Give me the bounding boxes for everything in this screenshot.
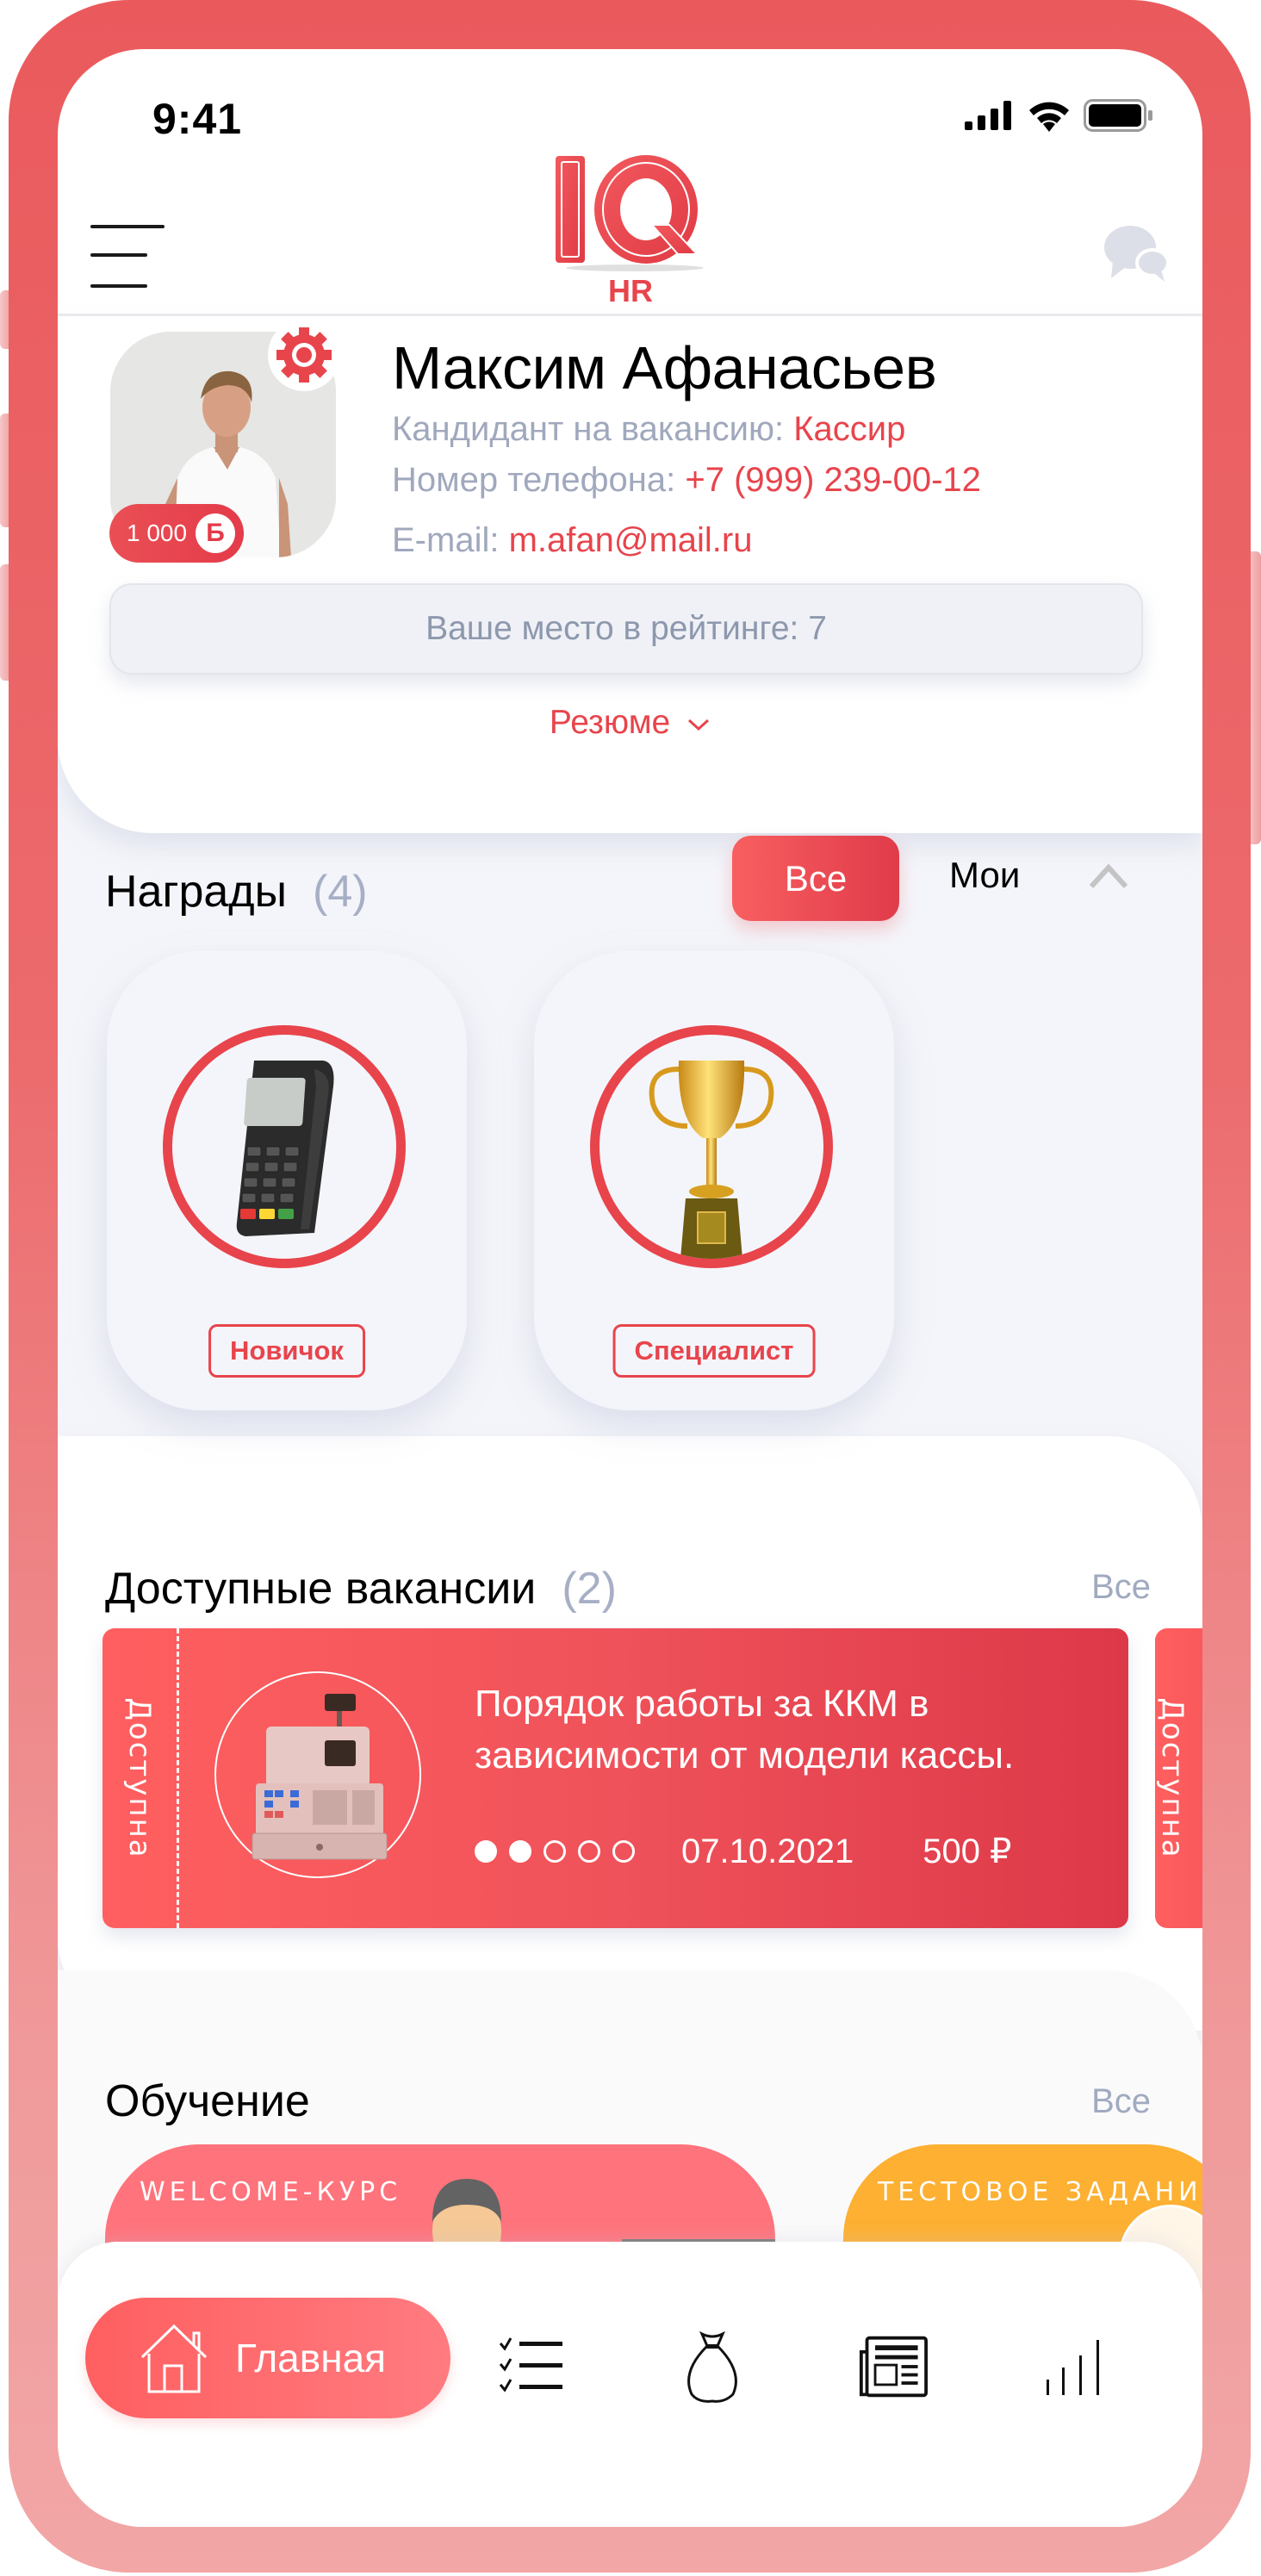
phone-side-button-power <box>1249 551 1261 844</box>
progress-dot-empty <box>544 1840 566 1863</box>
progress-dot-empty <box>612 1840 635 1863</box>
filter-all-button[interactable]: Все <box>732 836 899 921</box>
app-logo: HR <box>549 152 712 308</box>
chat-bubbles-icon <box>1104 226 1170 282</box>
money-bag-icon <box>687 2330 737 2403</box>
phone-screen: 9:41 HR 1 000 Б Максим Афанасьев Кандида… <box>58 49 1202 2527</box>
progress-dot-empty <box>578 1840 600 1863</box>
vacancies-title-text: Доступные вакансии <box>105 1564 537 1614</box>
vacancy-card[interactable]: Доступна Порядок работы за ККМ в зависим… <box>102 1628 1128 1928</box>
vacancy-meta: 07.10.2021 500 ₽ <box>475 1832 1012 1871</box>
award-image-ring <box>590 1025 833 1268</box>
rating-bars-icon <box>1047 2340 1099 2395</box>
awards-title-text: Награды <box>105 867 287 917</box>
nav-rewards-tab[interactable] <box>678 2330 747 2403</box>
menu-line <box>90 225 165 228</box>
menu-line <box>90 284 147 288</box>
vacancy-status: Доступна <box>1155 1697 1190 1859</box>
email-label: E-mail: <box>392 521 500 559</box>
nav-home-tab[interactable]: Главная <box>85 2298 450 2418</box>
email-value[interactable]: m.afan@mail.ru <box>509 521 753 559</box>
phone-label: Номер телефона: <box>392 461 676 499</box>
vacancy-status: Доступна <box>122 1697 157 1859</box>
menu-line <box>90 253 147 257</box>
home-icon <box>140 2324 208 2393</box>
chat-button[interactable] <box>1103 218 1171 287</box>
hamburger-menu-button[interactable] <box>90 221 166 290</box>
award-label: Специалист <box>612 1324 816 1378</box>
awards-count: (4) <box>313 867 368 917</box>
course-label: ТЕСТОВОЕ ЗАДАНИЕ <box>878 2177 1202 2207</box>
training-see-all-link[interactable]: Все <box>1091 2082 1151 2121</box>
awards-title: Награды (4) <box>105 866 368 918</box>
vacancy-price: 500 ₽ <box>922 1832 1012 1870</box>
points-badge: 1 000 Б <box>109 504 245 563</box>
filter-mine-button[interactable]: Мои <box>949 855 1020 896</box>
vacancy-date: 07.10.2021 <box>681 1832 854 1870</box>
iq-logo-icon <box>556 155 704 271</box>
resume-toggle[interactable]: Резюме <box>58 704 1202 742</box>
nav-news-tab[interactable] <box>859 2332 928 2401</box>
gear-icon <box>276 327 332 383</box>
profile-vacancy: Кандидант на вакансию: Кассир <box>392 410 905 449</box>
resume-label: Резюме <box>549 704 671 741</box>
award-label: Новичок <box>208 1324 365 1378</box>
vacancy-image-ring <box>214 1671 421 1878</box>
rating-bar[interactable]: Ваше место в рейтинге: 7 <box>109 583 1143 675</box>
settings-button[interactable] <box>268 319 340 391</box>
points-currency-icon: Б <box>196 513 236 553</box>
signal-icon <box>965 101 1011 130</box>
vacancy-value[interactable]: Кассир <box>793 410 905 448</box>
chevron-up-icon <box>1089 863 1128 889</box>
chevron-down-icon <box>688 719 710 731</box>
nav-tasks-tab[interactable] <box>497 2332 566 2401</box>
trophy-cup-icon <box>649 1061 774 1259</box>
vacancies-title: Доступные вакансии (2) <box>105 1563 617 1615</box>
profile-name: Максим Афанасьев <box>392 334 937 401</box>
vacancy-title: Порядок работы за ККМ в зависимости от м… <box>475 1683 1015 1776</box>
status-time: 9:41 <box>152 95 243 143</box>
phone-value[interactable]: +7 (999) 239-00-12 <box>685 461 981 499</box>
progress-dot-filled <box>509 1840 531 1863</box>
award-image-ring <box>163 1025 406 1268</box>
nav-home-label: Главная <box>235 2336 387 2380</box>
vacancies-count: (2) <box>562 1564 617 1614</box>
award-card[interactable]: Новичок <box>107 951 467 1410</box>
newspaper-icon <box>859 2336 928 2398</box>
battery-icon <box>1084 99 1152 132</box>
award-card[interactable]: Специалист <box>534 951 894 1410</box>
profile-email: E-mail: m.afan@mail.ru <box>392 521 753 560</box>
logo-subtitle: HR <box>608 273 653 308</box>
checklist-icon <box>499 2337 562 2392</box>
wifi-icon <box>1029 102 1069 132</box>
status-icons <box>965 99 1154 132</box>
collapse-awards-button[interactable] <box>1087 859 1130 893</box>
vacancy-card-next[interactable]: Доступна <box>1155 1628 1202 1928</box>
nav-rating-tab[interactable] <box>1040 2332 1109 2401</box>
payment-terminal-icon <box>236 1061 334 1236</box>
cash-register-icon <box>252 1694 388 1860</box>
profile-phone: Номер телефона: +7 (999) 239-00-12 <box>392 461 981 500</box>
training-title: Обучение <box>105 2076 310 2126</box>
vacancy-label: Кандидант на вакансию: <box>392 410 785 448</box>
vacancies-see-all-link[interactable]: Все <box>1091 1568 1151 1607</box>
progress-dot-filled <box>475 1840 497 1863</box>
course-label: WELCOME-КУРС <box>140 2177 402 2207</box>
ticket-perforation <box>177 1628 179 1928</box>
points-value: 1 000 <box>127 520 188 546</box>
